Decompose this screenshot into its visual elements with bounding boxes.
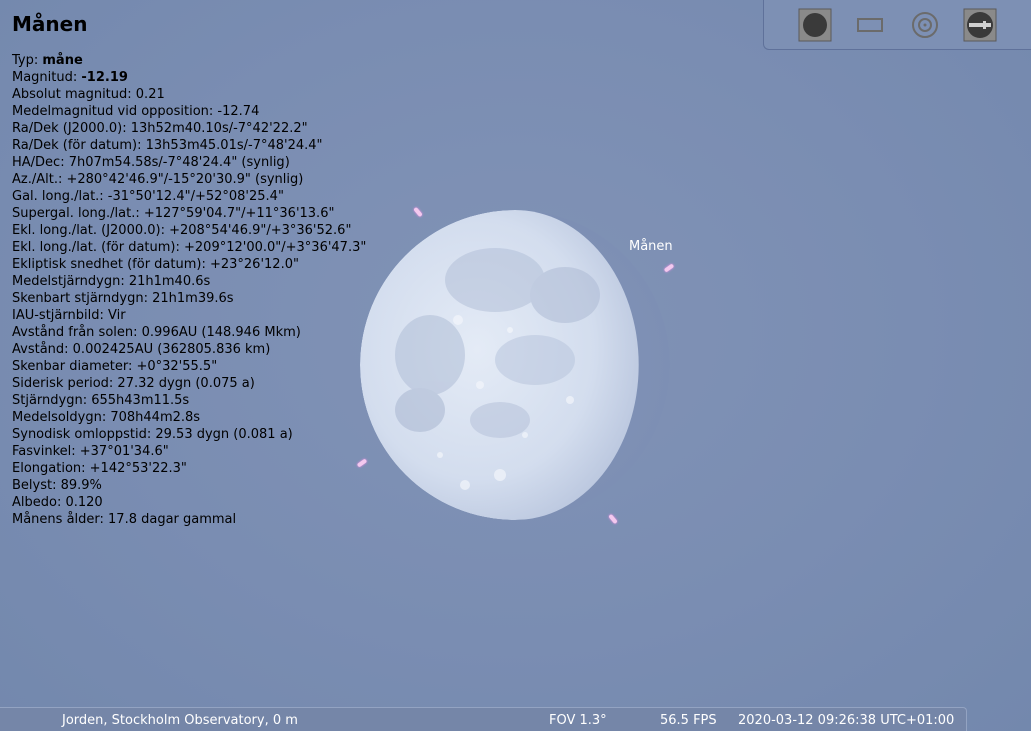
- info-magnitude-label: Magnitud:: [12, 70, 82, 85]
- ocular-frame-button[interactable]: [853, 8, 887, 42]
- info-line: Skenbar diameter: +0°32'55.5": [12, 359, 218, 374]
- info-line: Avstånd från solen: 0.996AU (148.946 Mkm…: [12, 325, 301, 340]
- info-line: Supergal. long./lat.: +127°59'04.7"/+11°…: [12, 206, 335, 221]
- info-line: HA/Dec: 7h07m54.58s/-7°48'24.4" (synlig): [12, 155, 290, 170]
- info-line: IAU-stjärnbild: Vir: [12, 308, 126, 323]
- moon-sky-label: Månen: [629, 239, 673, 254]
- view-toolbar: [763, 0, 1031, 50]
- info-line: Belyst: 89.9%: [12, 478, 102, 493]
- info-line: Albedo: 0.120: [12, 495, 103, 510]
- status-datetime[interactable]: 2020-03-12 09:26:38 UTC+01:00: [738, 713, 954, 729]
- info-line: Ekl. long./lat. (J2000.0): +208°54'46.9"…: [12, 223, 352, 238]
- info-magnitude: Magnitud: -12.19: [12, 69, 392, 86]
- info-line: Ra/Dek (för datum): 13h53m45.01s/-7°48'2…: [12, 138, 323, 153]
- info-line: Ra/Dek (J2000.0): 13h52m40.10s/-7°42'22.…: [12, 121, 308, 136]
- info-line: Siderisk period: 27.32 dygn (0.075 a): [12, 376, 255, 391]
- info-line: Az./Alt.: +280°42'46.9"/-15°20'30.9" (sy…: [12, 172, 304, 187]
- moon-disk[interactable]: [360, 210, 672, 520]
- filled-circle-icon: [798, 8, 832, 42]
- info-line: Medelsoldygn: 708h44m2.8s: [12, 410, 201, 425]
- info-line: Synodisk omloppstid: 29.53 dygn (0.081 a…: [12, 427, 293, 442]
- target-ocular-button[interactable]: [908, 8, 942, 42]
- info-type: Typ: måne: [12, 52, 392, 69]
- info-line: Ekliptisk snedhet (för datum): +23°26'12…: [12, 257, 299, 272]
- moon-surface: [360, 210, 670, 520]
- info-magnitude-value: -12.19: [81, 70, 128, 85]
- status-location[interactable]: Jorden, Stockholm Observatory, 0 m: [62, 713, 298, 729]
- object-title: Månen: [12, 12, 88, 36]
- rectangle-frame-icon: [857, 18, 883, 32]
- status-bar: Jorden, Stockholm Observatory, 0 m FOV 1…: [0, 707, 967, 731]
- telescope-icon: [963, 8, 997, 42]
- info-line: Elongation: +142°53'22.3": [12, 461, 187, 476]
- info-type-value: måne: [42, 53, 83, 68]
- info-line: Stjärndygn: 655h43m11.5s: [12, 393, 190, 408]
- info-type-label: Typ:: [12, 53, 43, 68]
- info-line: Skenbart stjärndygn: 21h1m39.6s: [12, 291, 234, 306]
- info-line: Fasvinkel: +37°01'34.6": [12, 444, 169, 459]
- info-line: Medelstjärndygn: 21h1m40.6s: [12, 274, 211, 289]
- info-line: Absolut magnitud: 0.21: [12, 87, 165, 102]
- status-fov: FOV 1.3°: [549, 713, 607, 728]
- object-info-panel: Månen Typ: måne Magnitud: -12.19 Absolut…: [12, 10, 392, 528]
- info-line: Månens ålder: 17.8 dagar gammal: [12, 512, 237, 527]
- planet-view-button[interactable]: [798, 8, 832, 42]
- status-fps: 56.5 FPS: [660, 713, 717, 728]
- telescope-settings-button[interactable]: [963, 8, 997, 42]
- info-line: Medelmagnitud vid opposition: -12.74: [12, 104, 260, 119]
- concentric-circles-icon: [912, 12, 938, 38]
- info-line: Avstånd: 0.002425AU (362805.836 km): [12, 342, 271, 357]
- info-line: Gal. long./lat.: -31°50'12.4"/+52°08'25.…: [12, 189, 284, 204]
- info-line: Ekl. long./lat. (för datum): +209°12'00.…: [12, 240, 367, 255]
